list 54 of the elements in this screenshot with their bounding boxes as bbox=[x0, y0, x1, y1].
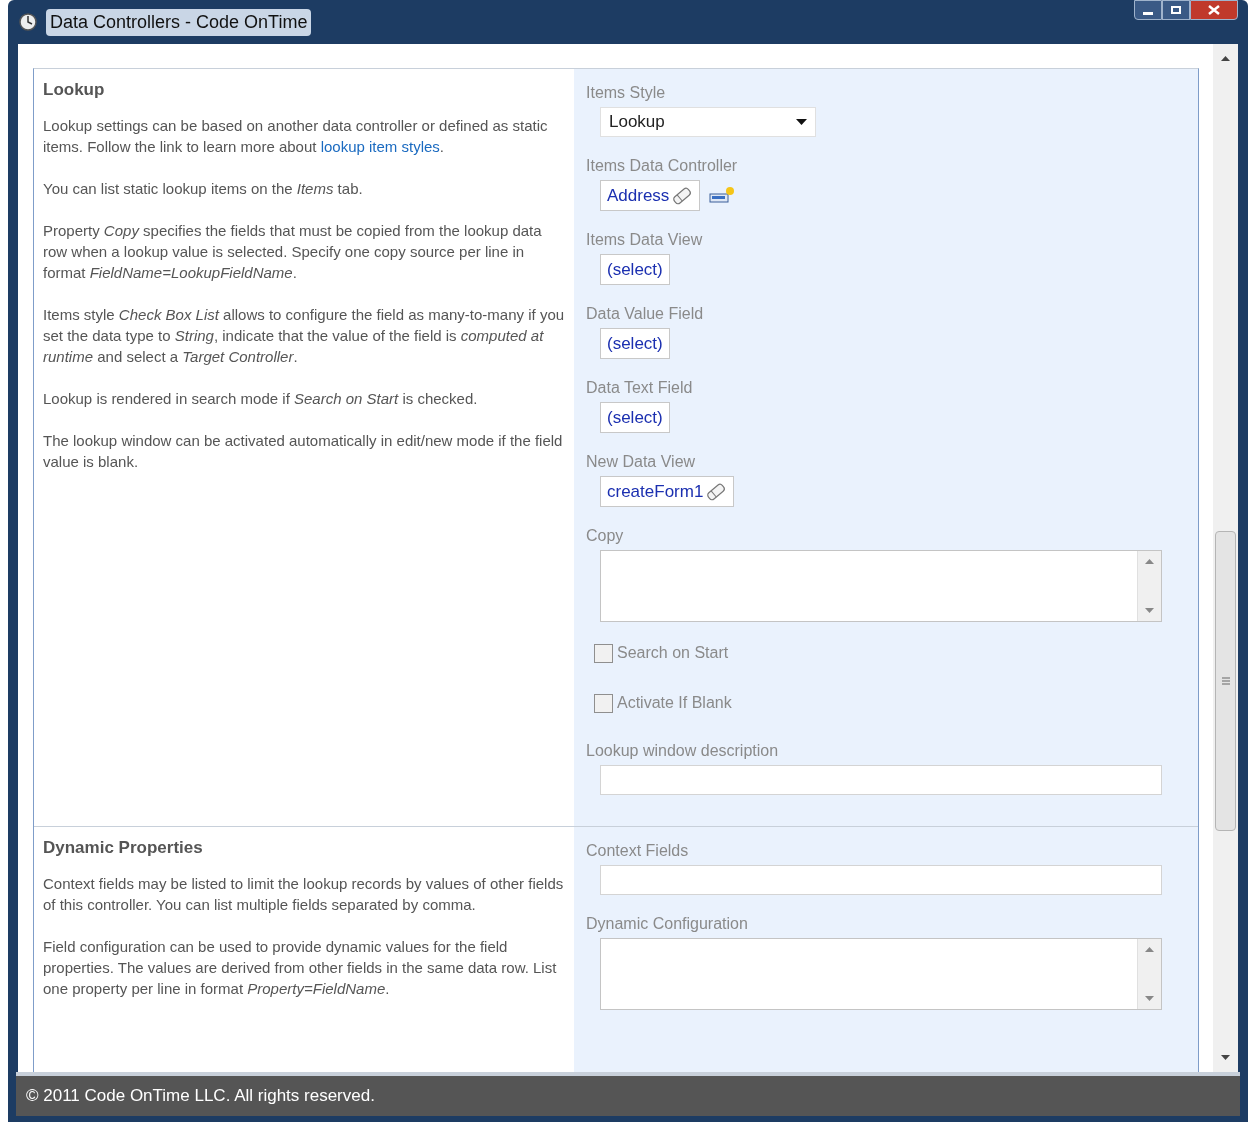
lookup-value-box[interactable]: createForm1 bbox=[600, 476, 735, 507]
scrollbar[interactable] bbox=[1137, 551, 1161, 621]
help-paragraph: Property Copy specifies the fields that must be copied from the lookup data row when a lookup value is selected. Specify one copy source per line in format FieldName=LookupFieldName. bbox=[43, 220, 543, 283]
text-field[interactable] bbox=[600, 865, 1162, 895]
clock-icon bbox=[18, 12, 38, 32]
section-title: Dynamic Properties bbox=[43, 837, 204, 859]
scrollbar[interactable] bbox=[1213, 44, 1238, 1072]
window-title: Data Controllers - Code OnTime bbox=[46, 8, 312, 36]
scroll-down-arrow-icon bbox=[1145, 608, 1154, 613]
field-label: New Data View bbox=[586, 452, 697, 472]
minimize-button[interactable] bbox=[1134, 0, 1162, 20]
scroll-down-arrow-icon bbox=[1145, 996, 1154, 1001]
maximize-button[interactable] bbox=[1162, 0, 1190, 20]
field-label: Items Data Controller bbox=[586, 156, 739, 176]
lookup-value-box[interactable]: (select) bbox=[600, 328, 670, 359]
lookup-value-box[interactable]: Address bbox=[600, 180, 701, 211]
checkbox[interactable] bbox=[594, 643, 613, 663]
scroll-up-arrow-icon bbox=[1221, 56, 1230, 61]
scrollbar[interactable] bbox=[1137, 939, 1161, 1009]
grip-icon bbox=[1221, 677, 1230, 685]
dropdown-arrow-icon bbox=[796, 119, 807, 125]
field-label: Items Style bbox=[586, 83, 667, 103]
text-area[interactable] bbox=[600, 550, 1162, 622]
scroll-up-arrow-icon bbox=[1145, 559, 1154, 564]
close-button[interactable] bbox=[1190, 0, 1238, 20]
lookup-value-box[interactable]: (select) bbox=[600, 254, 670, 285]
help-paragraph: You can list static lookup items on the Items tab. bbox=[43, 178, 364, 199]
checkbox-label: Search on Start bbox=[617, 643, 729, 663]
close-icon bbox=[1208, 5, 1220, 15]
help-link[interactable]: lookup item styles bbox=[320, 137, 440, 155]
scrollbar-thumb[interactable] bbox=[1215, 531, 1236, 831]
scroll-up-arrow-icon bbox=[1145, 947, 1154, 952]
scroll-down-arrow-icon bbox=[1221, 1055, 1230, 1060]
help-paragraph: Field configuration can be used to provide dynamic values for the field properties. The values are derived from other fields in the same data row. List one property per line in format Property=FieldName. bbox=[43, 936, 558, 999]
copyright-text: © 2011 Code OnTime LLC. All rights reserved. bbox=[26, 1085, 375, 1108]
checkbox[interactable] bbox=[594, 693, 613, 713]
field-label: Context Fields bbox=[586, 841, 690, 861]
field-label: Lookup window description bbox=[586, 741, 780, 761]
help-paragraph: The lookup window can be activated automatically in edit/new mode if the field value is blank. bbox=[43, 430, 564, 472]
field-label: Items Data View bbox=[586, 230, 704, 250]
field-label: Data Text Field bbox=[586, 378, 694, 398]
lookup-value-box[interactable]: (select) bbox=[600, 402, 670, 433]
section-title: Lookup bbox=[43, 79, 106, 101]
help-paragraph: Lookup settings can be based on another data controller or defined as static items. Follow the link to learn more about lookup item styles. bbox=[43, 115, 549, 157]
help-paragraph: Context fields may be listed to limit the lookup records by values of other fields of this controller. You can list multiple fields separated by comma. bbox=[43, 873, 565, 915]
items-style-dropdown[interactable]: Lookup bbox=[600, 107, 816, 137]
field-label: Copy bbox=[586, 526, 625, 546]
text-area[interactable] bbox=[600, 938, 1162, 1010]
text-field[interactable] bbox=[600, 765, 1162, 795]
field-label: Dynamic Configuration bbox=[586, 914, 749, 934]
help-paragraph: Items style Check Box List allows to configure the field as many-to-many if you set the data type to String, indicate that the value of the field is computed at runtime and select a Target Controller. bbox=[43, 304, 565, 367]
help-paragraph: Lookup is rendered in search mode if Search on Start is checked. bbox=[43, 388, 479, 409]
checkbox-label: Activate If Blank bbox=[617, 693, 732, 713]
field-label: Data Value Field bbox=[586, 304, 705, 324]
